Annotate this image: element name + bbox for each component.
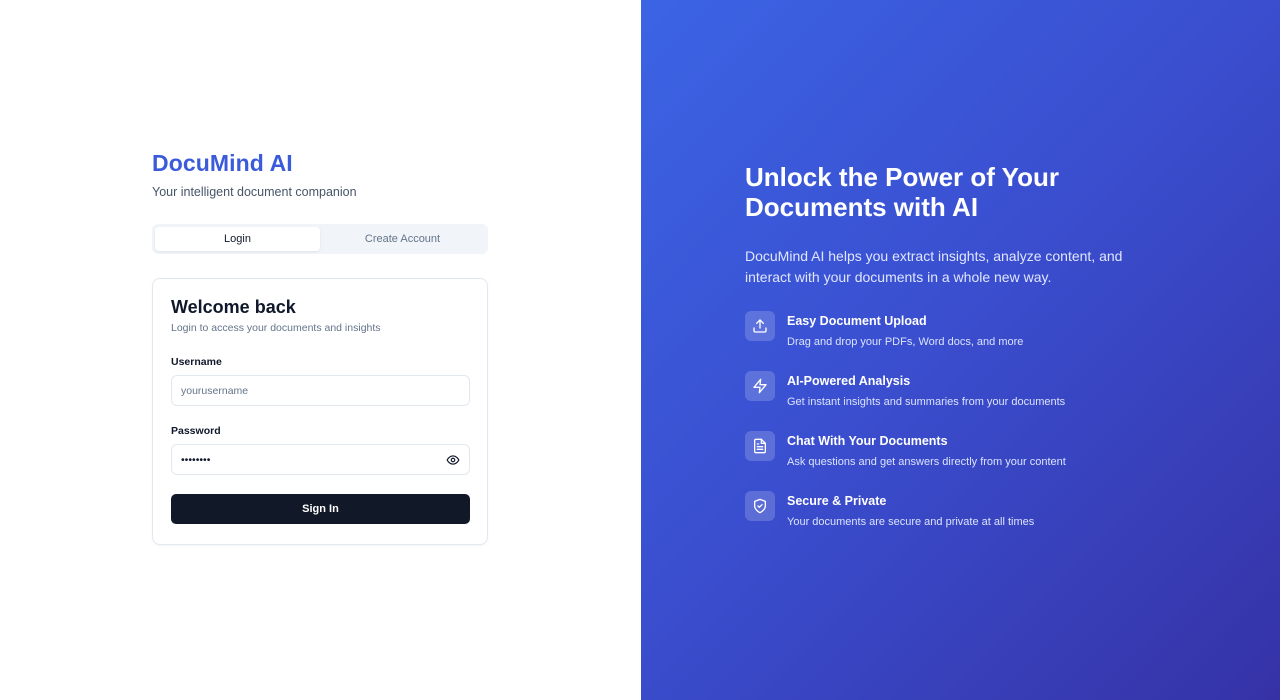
feature-title: AI-Powered Analysis	[787, 374, 911, 388]
feature-description: Ask questions and get answers directly f…	[787, 456, 1066, 468]
brand-title: DocuMind AI	[152, 150, 293, 176]
login-subtitle: Login to access your documents and insig…	[171, 322, 381, 334]
tab-create-account[interactable]: Create Account	[320, 227, 485, 251]
feature-item: AI-Powered Analysis Get instant insights…	[745, 371, 1175, 431]
promo-panel: Unlock the Power of Your Documents with …	[641, 0, 1280, 700]
upload-icon	[745, 311, 775, 341]
password-field-wrapper	[171, 444, 470, 475]
login-page: DocuMind AI Your intelligent document co…	[0, 0, 1280, 700]
hero-description: DocuMind AI helps you extract insights, …	[745, 248, 1123, 285]
shield-check-icon	[745, 491, 775, 521]
feature-item: Secure & Private Your documents are secu…	[745, 491, 1175, 551]
login-title: Welcome back	[171, 297, 296, 317]
sign-in-button[interactable]: Sign In	[171, 494, 470, 524]
feature-description: Your documents are secure and private at…	[787, 516, 1035, 528]
feature-item: Easy Document Upload Drag and drop your …	[745, 311, 1175, 371]
feature-description: Get instant insights and summaries from …	[787, 396, 1066, 408]
lightning-icon	[745, 371, 775, 401]
tab-login[interactable]: Login	[155, 227, 320, 251]
feature-title: Easy Document Upload	[787, 314, 927, 328]
brand-tagline: Your intelligent document companion	[152, 185, 357, 199]
brand: DocuMind AI Your intelligent document co…	[152, 150, 357, 199]
login-panel: DocuMind AI Your intelligent document co…	[0, 0, 641, 700]
feature-title: Chat With Your Documents	[787, 434, 948, 448]
feature-title: Secure & Private	[787, 494, 887, 508]
password-input[interactable]	[171, 444, 470, 475]
feature-description: Drag and drop your PDFs, Word docs, and …	[787, 336, 1024, 348]
hero-title: Unlock the Power of Your Documents with …	[745, 162, 1059, 222]
password-label: Password	[171, 425, 221, 437]
username-input[interactable]	[171, 375, 470, 406]
feature-item: Chat With Your Documents Ask questions a…	[745, 431, 1175, 491]
show-password-icon[interactable]	[446, 453, 460, 467]
auth-tabs: Login Create Account	[152, 224, 488, 254]
username-field-wrapper	[171, 375, 470, 406]
hero: Unlock the Power of Your Documents with …	[745, 162, 1175, 551]
login-card: Welcome back Login to access your docume…	[152, 278, 488, 545]
document-icon	[745, 431, 775, 461]
feature-list: Easy Document Upload Drag and drop your …	[745, 311, 1175, 551]
username-label: Username	[171, 356, 222, 368]
